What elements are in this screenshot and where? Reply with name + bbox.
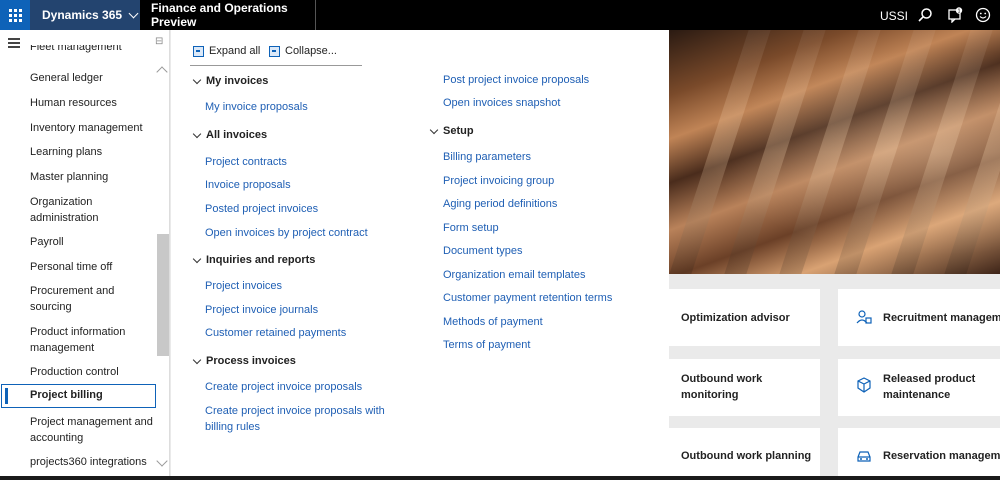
company-picker[interactable]: USSI [880, 9, 908, 23]
chevron-down-icon [192, 129, 202, 138]
sidebar-item-label: Fleet management [30, 45, 122, 53]
group-all-invoices[interactable]: All invoices [192, 129, 268, 141]
recruitment-icon [856, 310, 872, 324]
group-title: Setup [443, 125, 474, 137]
link-invoice-proposals[interactable]: Invoice proposals [205, 178, 291, 194]
tile-label: Released product maintenance [883, 373, 976, 401]
link-project-invoicing-group[interactable]: Project invoicing group [443, 174, 554, 190]
chevron-down-icon [128, 8, 139, 18]
chevron-down-icon [192, 254, 202, 263]
link-customer-retained-payments[interactable]: Customer retained payments [205, 326, 346, 342]
sidebar-item-project-billing[interactable]: Project billing [1, 384, 156, 408]
group-inquiries-and-reports[interactable]: Inquiries and reports [192, 254, 316, 266]
cube-icon [857, 377, 871, 393]
tile-optimization-advisor[interactable]: Optimization advisor [669, 289, 820, 346]
group-my-invoices[interactable]: My invoices [192, 75, 269, 87]
dashboard-hero-image [669, 30, 1000, 274]
menu-toolbar: Expand all Collapse... [190, 41, 362, 66]
tile-released-product-maintenance[interactable]: Released product maintenance [838, 359, 1000, 416]
sidebar-item-label: Project billing [30, 389, 103, 401]
link-organization-email-templates[interactable]: Organization email templates [443, 268, 585, 284]
link-create-project-invoice-proposals[interactable]: Create project invoice proposals [205, 380, 362, 396]
sidebar-item-learning-plans[interactable]: Learning plans [30, 144, 155, 160]
link-billing-parameters[interactable]: Billing parameters [443, 150, 531, 166]
sidebar-item-human-resources[interactable]: Human resources [30, 95, 155, 111]
chevron-down-icon [429, 125, 439, 134]
tile-label: Outbound work planning [681, 450, 812, 462]
sidebar-item-project-management-and-accounting[interactable]: Project management and accounting [30, 414, 155, 446]
sidebar-item-projects360-integrations[interactable]: projects360 integrations [30, 454, 155, 470]
expand-all-button[interactable]: Expand all [193, 45, 260, 57]
group-setup[interactable]: Setup [429, 125, 474, 137]
group-title: My invoices [206, 75, 269, 87]
link-open-invoices-by-project-contract[interactable]: Open invoices by project contract [205, 226, 368, 242]
app-name-button[interactable]: Dynamics 365 [30, 0, 140, 30]
sidebar-item-organization-administration[interactable]: Organization administration [30, 194, 120, 226]
link-project-invoices[interactable]: Project invoices [205, 279, 282, 295]
link-form-setup[interactable]: Form setup [443, 221, 499, 237]
link-create-project-invoice-proposals-with-billing-rules[interactable]: Create project invoice proposals with bi… [205, 404, 385, 435]
sidebar-item-fleet-management[interactable]: Fleet management [30, 45, 155, 55]
app-window: Dynamics 365 Finance and Operations Prev… [0, 0, 1000, 480]
sidebar-item-product-information-management[interactable]: Product information management [30, 324, 130, 356]
link-project-contracts[interactable]: Project contracts [205, 155, 287, 171]
svg-text:1: 1 [958, 9, 961, 15]
collapse-icon [269, 45, 280, 57]
link-methods-of-payment[interactable]: Methods of payment [443, 315, 543, 331]
waffle-icon[interactable] [0, 0, 30, 30]
sidebar-item-payroll[interactable]: Payroll [30, 234, 155, 250]
app-name-label: Dynamics 365 [42, 8, 123, 22]
group-title: All invoices [206, 129, 268, 141]
scroll-up-icon[interactable] [156, 66, 168, 78]
group-title: Process invoices [206, 355, 296, 367]
expand-icon [193, 45, 204, 57]
sidebar-scrollbar[interactable] [157, 234, 169, 356]
hamburger-menu-icon[interactable] [8, 38, 20, 50]
tile-outbound-work-planning[interactable]: Outbound work planning [669, 428, 820, 476]
sidebar-item-inventory-management[interactable]: Inventory management [30, 120, 155, 136]
expand-all-label: Expand all [209, 45, 261, 57]
sidebar-item-procurement-and-sourcing[interactable]: Procurement and sourcing [30, 283, 120, 315]
tile-label: Optimization advisor [681, 312, 790, 324]
environment-name: Finance and Operations Preview [140, 0, 316, 30]
sidebar-item-personal-time-off[interactable]: Personal time off [30, 259, 155, 275]
bottom-edge-bar [0, 476, 1000, 480]
group-title: Inquiries and reports [206, 254, 316, 266]
tile-recruitment-management[interactable]: Recruitment managemer [838, 289, 1000, 346]
link-post-project-invoice-proposals[interactable]: Post project invoice proposals [443, 73, 589, 89]
chevron-down-icon [192, 355, 202, 364]
tile-outbound-work-monitoring[interactable]: Outbound work monitoring [669, 359, 820, 416]
group-process-invoices[interactable]: Process invoices [192, 355, 296, 367]
link-document-types[interactable]: Document types [443, 244, 522, 260]
pin-icon[interactable]: ⊟ [155, 36, 163, 47]
tile-label: Outbound work monitoring [681, 373, 763, 401]
scroll-down-icon[interactable] [156, 455, 168, 467]
collapse-label: Collapse... [285, 45, 337, 57]
tile-reservation-management[interactable]: Reservation managemen [838, 428, 1000, 476]
link-posted-project-invoices[interactable]: Posted project invoices [205, 202, 318, 218]
link-customer-payment-retention-terms[interactable]: Customer payment retention terms [443, 291, 612, 307]
tile-label: Recruitment managemer [883, 312, 1000, 324]
tile-label: Reservation managemen [883, 450, 1000, 462]
search-icon[interactable] [917, 7, 933, 23]
link-open-invoices-snapshot[interactable]: Open invoices snapshot [443, 96, 560, 112]
collapse-button[interactable]: Collapse... [269, 45, 337, 57]
top-navigation-bar: Dynamics 365 Finance and Operations Prev… [0, 0, 1000, 30]
sidebar-item-production-control[interactable]: Production control [30, 364, 155, 380]
chevron-down-icon [192, 75, 202, 84]
car-icon [857, 451, 871, 462]
link-project-invoice-journals[interactable]: Project invoice journals [205, 303, 318, 319]
notification-icon[interactable]: 1 [947, 7, 963, 23]
link-terms-of-payment[interactable]: Terms of payment [443, 338, 530, 354]
sidebar-item-general-ledger[interactable]: General ledger [30, 70, 155, 86]
link-aging-period-definitions[interactable]: Aging period definitions [443, 197, 557, 213]
feedback-smile-icon[interactable] [975, 7, 991, 23]
link-my-invoice-proposals[interactable]: My invoice proposals [205, 100, 308, 116]
modules-sidebar: ⊟ Fleet management General ledger Human … [0, 30, 170, 480]
sidebar-item-master-planning[interactable]: Master planning [30, 169, 155, 185]
